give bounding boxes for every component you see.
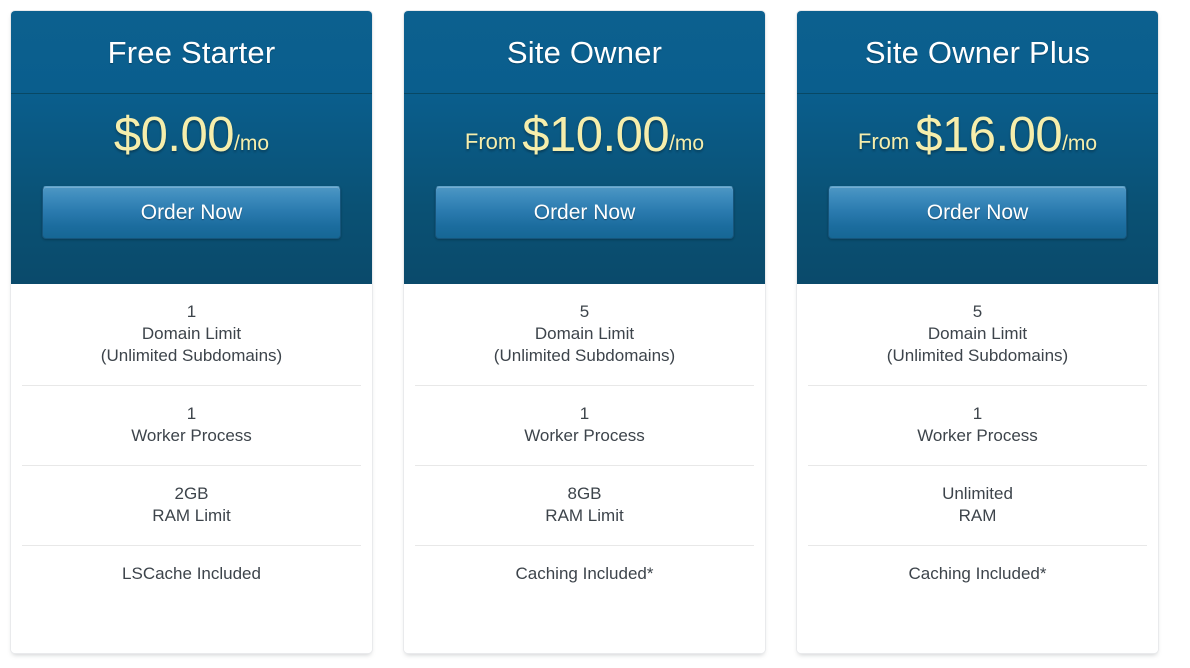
pricing-plan-grid: Free Starter $0.00 /mo Order Now 1 Domai… [0, 0, 1190, 668]
plan-title-container: Site Owner [404, 11, 765, 94]
plan-price-period: /mo [1062, 132, 1098, 155]
feature-line: (Unlimited Subdomains) [886, 346, 1069, 365]
feature-line: 5 [972, 302, 983, 321]
feature-line: Domain Limit [534, 324, 635, 343]
plan-card-site-owner-plus[interactable]: Site Owner Plus From $16.00 /mo Order No… [796, 10, 1159, 654]
order-now-button[interactable]: Order Now [42, 186, 341, 239]
plan-card-header: Site Owner Plus From $16.00 /mo Order No… [797, 11, 1158, 284]
feature-row: 1 Worker Process [22, 386, 361, 466]
feature-row: 5 Domain Limit (Unlimited Subdomains) [808, 284, 1147, 386]
feature-line: RAM [958, 506, 997, 525]
plan-price-period: /mo [669, 132, 705, 155]
feature-row: 5 Domain Limit (Unlimited Subdomains) [415, 284, 754, 386]
plan-price-amount: $16.00 [915, 108, 1063, 162]
feature-row: 1 Domain Limit (Unlimited Subdomains) [22, 284, 361, 386]
plan-price-container: From $10.00 /mo Order Now [404, 94, 765, 284]
feature-row: 1 Worker Process [415, 386, 754, 466]
plan-price-amount: $10.00 [522, 108, 670, 162]
feature-line: LSCache Included [122, 564, 261, 583]
feature-line: Caching Included* [515, 564, 654, 583]
plan-price-period: /mo [234, 132, 270, 155]
feature-line: 2GB [174, 484, 209, 503]
feature-row: 2GB RAM Limit [22, 466, 361, 546]
feature-line: (Unlimited Subdomains) [100, 346, 283, 365]
plan-card-header: Free Starter $0.00 /mo Order Now [11, 11, 372, 284]
feature-line: RAM Limit [152, 506, 231, 525]
plan-title-container: Free Starter [11, 11, 372, 94]
feature-row: Caching Included* [808, 546, 1147, 603]
feature-line: 1 [186, 404, 197, 423]
plan-card-site-owner[interactable]: Site Owner From $10.00 /mo Order Now 5 D… [403, 10, 766, 654]
feature-line: (Unlimited Subdomains) [493, 346, 676, 365]
feature-row: 8GB RAM Limit [415, 466, 754, 546]
feature-line: Worker Process [131, 426, 252, 445]
feature-line: 1 [972, 404, 983, 423]
plan-price: From $10.00 /mo [465, 111, 704, 177]
plan-price-container: From $16.00 /mo Order Now [797, 94, 1158, 284]
feature-line: Caching Included* [908, 564, 1047, 583]
plan-card-header: Site Owner From $10.00 /mo Order Now [404, 11, 765, 284]
plan-feature-list: 1 Domain Limit (Unlimited Subdomains) 1 … [11, 284, 372, 653]
plan-card-free-starter[interactable]: Free Starter $0.00 /mo Order Now 1 Domai… [10, 10, 373, 654]
feature-row: 1 Worker Process [808, 386, 1147, 466]
feature-row: Unlimited RAM [808, 466, 1147, 546]
plan-title: Site Owner Plus [864, 34, 1091, 70]
plan-price: From $16.00 /mo [858, 111, 1097, 177]
order-now-button[interactable]: Order Now [828, 186, 1127, 239]
feature-line: Worker Process [524, 426, 645, 445]
feature-line: RAM Limit [545, 506, 624, 525]
feature-line: Domain Limit [141, 324, 242, 343]
feature-line: Worker Process [917, 426, 1038, 445]
plan-feature-list: 5 Domain Limit (Unlimited Subdomains) 1 … [404, 284, 765, 653]
plan-title: Site Owner [506, 34, 663, 70]
feature-line: 1 [579, 404, 590, 423]
plan-feature-list: 5 Domain Limit (Unlimited Subdomains) 1 … [797, 284, 1158, 653]
plan-price-prefix: From [464, 129, 517, 154]
feature-line: 5 [579, 302, 590, 321]
feature-line: 1 [186, 302, 197, 321]
plan-price-amount: $0.00 [113, 108, 235, 162]
feature-row: LSCache Included [22, 546, 361, 603]
feature-line: Domain Limit [927, 324, 1028, 343]
plan-title-container: Site Owner Plus [797, 11, 1158, 94]
plan-price-prefix: From [857, 129, 910, 154]
plan-price-container: $0.00 /mo Order Now [11, 94, 372, 284]
plan-title: Free Starter [107, 34, 276, 70]
order-now-button[interactable]: Order Now [435, 186, 734, 239]
feature-line: 8GB [567, 484, 602, 503]
feature-line: Unlimited [942, 484, 1013, 503]
feature-row: Caching Included* [415, 546, 754, 603]
plan-price: $0.00 /mo [114, 111, 269, 177]
